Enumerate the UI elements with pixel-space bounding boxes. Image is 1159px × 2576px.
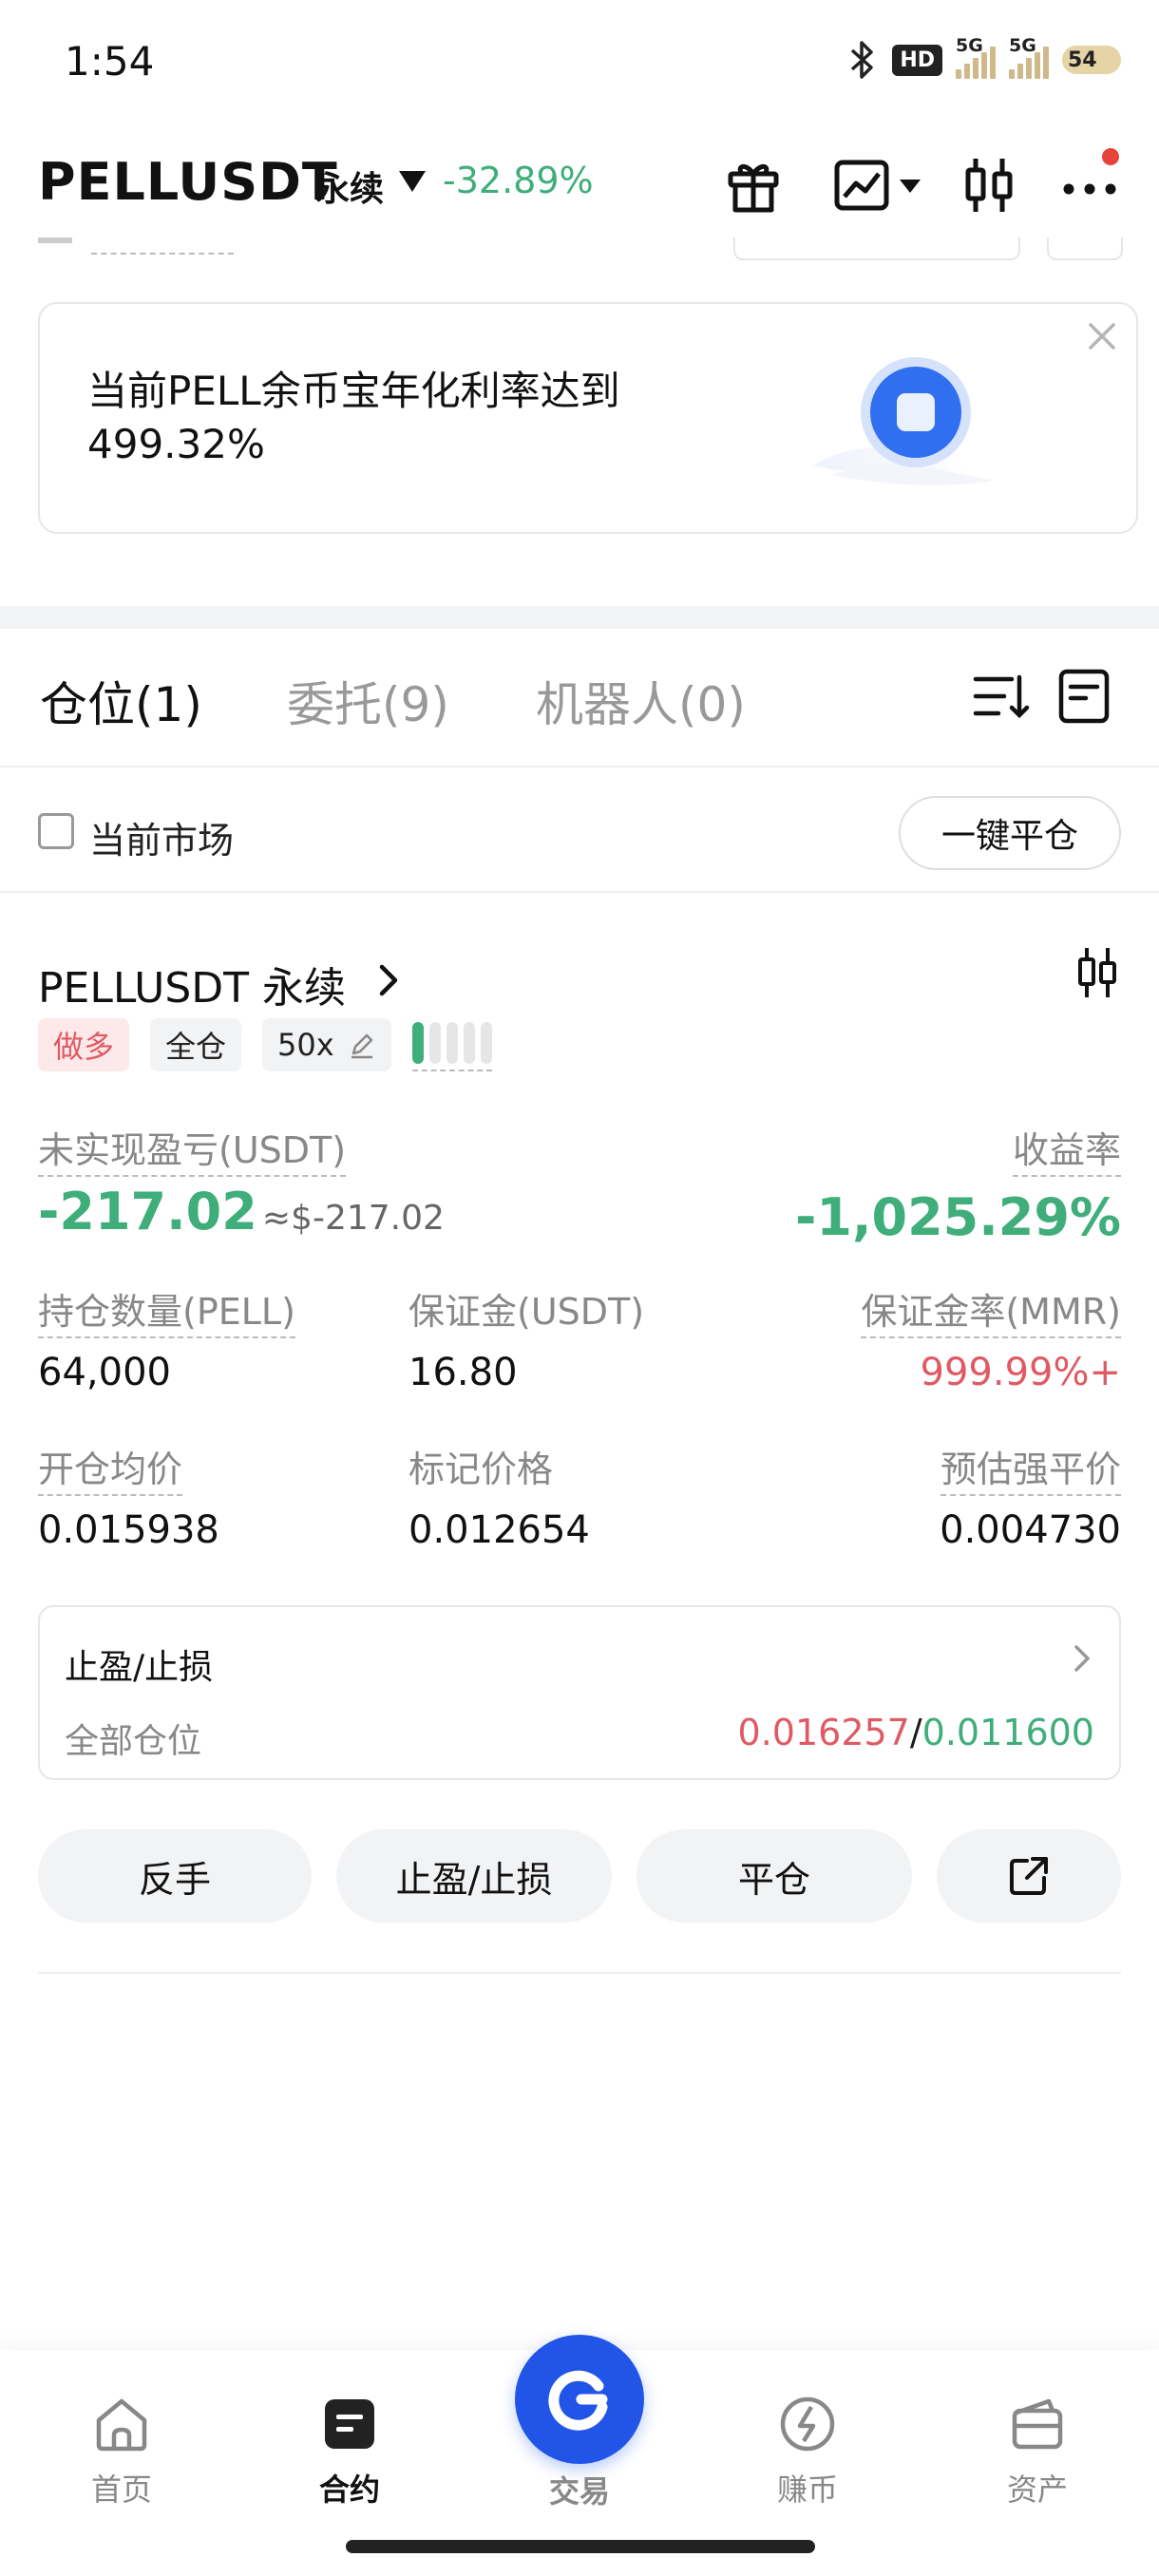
wallet-icon: [1012, 2398, 1063, 2450]
tpsl-separator: /: [909, 1712, 922, 1753]
nav-trade-label[interactable]: 交易: [504, 2468, 656, 2511]
close-all-button[interactable]: 一键平仓: [899, 796, 1121, 870]
mark-price-label: 标记价格: [408, 1449, 554, 1490]
entry-price-value: 0.015938: [38, 1508, 219, 1552]
earn-icon: [780, 2396, 835, 2452]
nav-contract[interactable]: 合约: [274, 2394, 426, 2510]
status-time: 1:54: [65, 38, 155, 85]
contract-icon: [325, 2399, 374, 2449]
liq-price-label[interactable]: 预估强平价: [940, 1440, 1121, 1496]
kline-button[interactable]: [956, 152, 1022, 218]
entry-price-label[interactable]: 开仓均价: [38, 1440, 183, 1496]
position-title[interactable]: PELLUSDT 永续: [38, 954, 346, 1014]
tpsl-button[interactable]: 止盈/止损: [336, 1829, 612, 1923]
price-change: -32.89%: [443, 160, 594, 201]
gift-button[interactable]: [720, 152, 787, 218]
tpsl-values: 0.016257/0.011600: [738, 1712, 1094, 1753]
gift-icon: [728, 164, 779, 213]
margin-mode-tag: 全仓: [150, 1018, 242, 1071]
tpsl-box[interactable]: 止盈/止损 全部仓位 0.016257/0.011600: [38, 1605, 1121, 1780]
unrealized-pnl-label[interactable]: 未实现盈亏(USDT): [38, 1121, 347, 1177]
reverse-button[interactable]: 反手: [38, 1829, 312, 1923]
section-divider: [0, 606, 1159, 629]
tab-positions[interactable]: 仓位(1): [40, 667, 202, 735]
liq-price-value: 0.004730: [940, 1508, 1121, 1552]
nav-earn-label: 赚币: [776, 2472, 838, 2508]
contract-header: PELLUSDT 永续 -32.89%: [0, 142, 1159, 237]
size-label[interactable]: 持仓数量(PELL): [38, 1282, 295, 1338]
home-icon: [96, 2398, 147, 2452]
leverage-value: 50x: [277, 1027, 334, 1063]
side-tag: 做多: [38, 1018, 130, 1071]
current-market-checkbox[interactable]: [38, 813, 74, 849]
mark-price-value: 0.012654: [408, 1508, 590, 1552]
document-icon: [1058, 669, 1110, 724]
scrolled-content-edge: [0, 237, 1159, 266]
edit-icon: [351, 1033, 372, 1059]
share-button[interactable]: [937, 1829, 1121, 1923]
leverage-tag[interactable]: 50x: [262, 1018, 391, 1071]
current-market-label[interactable]: 当前市场: [89, 811, 234, 863]
close-position-button[interactable]: 平仓: [636, 1829, 912, 1923]
tpsl-scope: 全部仓位: [65, 1722, 202, 1761]
close-icon[interactable]: [1083, 317, 1121, 355]
promo-text: 当前PELL余币宝年化利率达到499.32%: [87, 368, 620, 467]
chevron-right-icon[interactable]: [374, 959, 403, 1001]
nav-trade-button[interactable]: [515, 2335, 644, 2464]
hd-badge: HD: [892, 44, 942, 76]
roe-label[interactable]: 收益率: [1012, 1121, 1121, 1177]
candlestick-icon[interactable]: [1074, 944, 1121, 1001]
position-tags: 做多 全仓 50x: [38, 1018, 492, 1071]
notification-dot: [1102, 148, 1119, 165]
share-icon: [1010, 1857, 1048, 1895]
tab-bots[interactable]: 机器人(0): [536, 667, 746, 735]
more-button[interactable]: [1056, 148, 1123, 218]
trade-icon: [548, 2370, 608, 2431]
bluetooth-icon: [851, 41, 874, 79]
margin-label: 保证金(USDT): [408, 1291, 645, 1333]
mmr-label[interactable]: 保证金率(MMR): [861, 1282, 1121, 1338]
contract-type-label[interactable]: 永续: [315, 161, 384, 211]
signal-icon: 5G: [956, 35, 996, 79]
nav-contract-label: 合约: [318, 2472, 380, 2508]
candlestick-icon: [965, 159, 1013, 212]
mmr-value: 999.99%+: [920, 1351, 1121, 1394]
signal-icon: 5G: [1009, 35, 1049, 79]
battery-icon: 54: [1062, 46, 1121, 74]
roe-value: -1,025.29%: [795, 1187, 1121, 1247]
chart-button[interactable]: [826, 152, 931, 218]
symbol-title[interactable]: PELLUSDT: [38, 152, 338, 212]
trend-chart-icon: [834, 160, 921, 211]
nav-assets[interactable]: 资产: [961, 2394, 1113, 2510]
unrealized-pnl-usd: ≈$-217.02: [261, 1199, 445, 1238]
nav-earn[interactable]: 赚币: [732, 2394, 884, 2510]
tpsl-title: 止盈/止损: [65, 1648, 214, 1687]
promo-banner[interactable]: 当前PELL余币宝年化利率达到499.32%: [38, 302, 1138, 534]
position-tabs: 仓位(1) 委托(9) 机器人(0): [0, 629, 1159, 767]
sort-button[interactable]: [967, 663, 1034, 729]
tab-orders[interactable]: 委托(9): [287, 667, 449, 735]
home-indicator[interactable]: [346, 2540, 815, 2553]
caret-down-icon[interactable]: [399, 171, 426, 192]
sort-icon: [973, 674, 1030, 719]
stop-loss-price: 0.011600: [922, 1712, 1094, 1753]
nav-assets-label: 资产: [1006, 2472, 1068, 2508]
divider: [38, 1972, 1121, 1974]
unrealized-pnl-value: -217.02: [38, 1182, 257, 1241]
nav-home-label: 首页: [90, 2472, 152, 2508]
history-button[interactable]: [1051, 663, 1117, 729]
take-profit-price: 0.016257: [737, 1712, 910, 1753]
status-icons: HD 5G 5G 54: [846, 35, 1121, 84]
nav-home[interactable]: 首页: [46, 2394, 198, 2510]
coin-illustration: [813, 357, 994, 485]
adl-indicator[interactable]: [411, 1018, 492, 1071]
size-value: 64,000: [38, 1351, 171, 1394]
status-bar: 1:54 HD 5G 5G 54: [0, 0, 1159, 123]
margin-value: 16.80: [408, 1351, 518, 1394]
position-actions: 反手 止盈/止损 平仓: [38, 1829, 1121, 1923]
chevron-right-icon: [1074, 1645, 1090, 1672]
filter-row: 当前市场 一键平仓: [0, 769, 1159, 893]
